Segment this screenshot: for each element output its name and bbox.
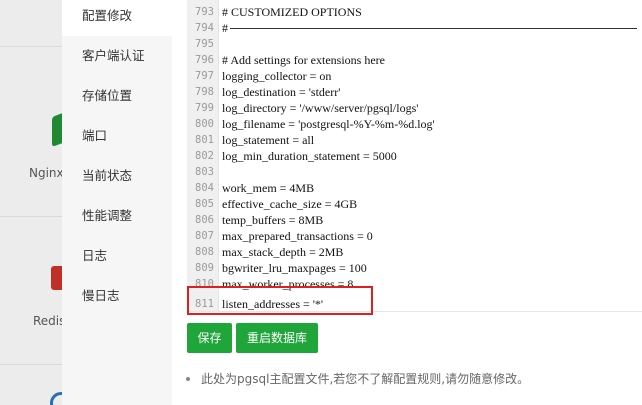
code-line: 806 temp_buffers = 8MB <box>187 212 642 228</box>
code-line: 799 log_directory = '/www/server/pgsql/lo… <box>187 100 642 116</box>
background-divider <box>0 364 62 365</box>
config-warning-note: 此处为pgsql主配置文件,若您不了解配置规则,请勿随意修改。 <box>186 370 529 387</box>
code-text: log_min_duration_statement = 5000 <box>222 149 397 163</box>
code-line: 801 log_statement = all <box>187 132 642 148</box>
code-text: logging_collector = on <box>222 69 332 83</box>
code-line: 795 <box>187 36 642 52</box>
tab-performance-tuning[interactable]: 性能调整 <box>62 196 172 236</box>
restart-database-button[interactable]: 重启数据库 <box>236 323 318 353</box>
nginx-logo-icon <box>52 111 62 147</box>
code-text: log_destination = 'stderr' <box>222 85 341 99</box>
line-number: 801 <box>195 134 214 146</box>
line-number: 796 <box>195 54 214 66</box>
code-text: bgwriter_lru_maxpages = 100 <box>222 261 367 275</box>
line-number: 805 <box>195 198 214 210</box>
line-number: 797 <box>195 70 214 82</box>
line-number: 802 <box>195 150 214 162</box>
settings-tabs: 配置修改 客户端认证 存储位置 端口 当前状态 性能调整 日志 慢日志 <box>62 0 172 405</box>
highlight-box <box>187 286 373 315</box>
code-line: 804 work_mem = 4MB <box>187 180 642 196</box>
line-number: 803 <box>195 166 214 178</box>
save-button[interactable]: 保存 <box>187 323 232 353</box>
pgsql-settings-dialog: 配置修改 客户端认证 存储位置 端口 当前状态 性能调整 日志 慢日志 793 #… <box>62 0 642 405</box>
code-line: 802 log_min_duration_statement = 5000 <box>187 148 642 164</box>
tab-storage-location[interactable]: 存储位置 <box>62 76 172 116</box>
background-app-panel: Nginx Redis <box>0 0 62 405</box>
code-text: effective_cache_size = 4GB <box>222 197 358 211</box>
tab-config-edit[interactable]: 配置修改 <box>62 0 172 36</box>
code-text: # <box>222 21 228 35</box>
code-line: 797 logging_collector = on <box>187 68 642 84</box>
code-text: max_stack_depth = 2MB <box>222 245 344 259</box>
line-number: 807 <box>195 230 214 242</box>
line-number: 800 <box>195 118 214 130</box>
line-number: 798 <box>195 86 214 98</box>
code-line: 807 max_prepared_transactions = 0 <box>187 228 642 244</box>
config-editor[interactable]: 793 # CUSTOMIZED OPTIONS 794 #795 796 # Add s… <box>187 0 642 312</box>
tab-client-auth[interactable]: 客户端认证 <box>62 36 172 76</box>
code-line: 808 max_stack_depth = 2MB <box>187 244 642 260</box>
code-line: 796 # Add settings for extensions here <box>187 52 642 68</box>
code-text: # Add settings for extensions here <box>222 53 385 67</box>
redis-label: Redis <box>33 314 62 328</box>
redis-logo-icon <box>51 266 62 290</box>
tab-port[interactable]: 端口 <box>62 116 172 156</box>
nginx-label: Nginx <box>29 166 62 180</box>
comment-rule-line <box>230 28 637 29</box>
code-text: log_filename = 'postgresql-%Y-%m-%d.log' <box>222 117 435 131</box>
background-divider <box>0 216 62 217</box>
code-line: 798 log_destination = 'stderr' <box>187 84 642 100</box>
code-text: work_mem = 4MB <box>222 181 315 195</box>
code-line: 800 log_filename = 'postgresql-%Y-%m-%d.l… <box>187 116 642 132</box>
line-number: 793 <box>195 6 214 18</box>
line-number: 806 <box>195 214 214 226</box>
code-text: temp_buffers = 8MB <box>222 213 324 227</box>
code-line: 794 # <box>187 20 642 36</box>
code-line: 809 bgwriter_lru_maxpages = 100 <box>187 260 642 276</box>
tab-current-status[interactable]: 当前状态 <box>62 156 172 196</box>
code-text: log_directory = '/www/server/pgsql/logs' <box>222 101 419 115</box>
background-divider <box>0 46 62 47</box>
code-line: 793 # CUSTOMIZED OPTIONS <box>187 4 642 20</box>
line-number: 809 <box>195 262 214 274</box>
line-number: 794 <box>195 22 214 34</box>
code-line: 805 effective_cache_size = 4GB <box>187 196 642 212</box>
line-number: 799 <box>195 102 214 114</box>
bullet-icon <box>186 376 190 381</box>
code-text: log_statement = all <box>222 133 315 147</box>
app-logo-icon <box>50 392 62 405</box>
line-number: 795 <box>195 38 214 50</box>
code-text: max_prepared_transactions = 0 <box>222 229 373 243</box>
tab-logs[interactable]: 日志 <box>62 236 172 276</box>
line-number: 804 <box>195 182 214 194</box>
config-warning-text: 此处为pgsql主配置文件,若您不了解配置规则,请勿随意修改。 <box>201 372 530 386</box>
code-line: 803 <box>187 164 642 180</box>
code-text: # CUSTOMIZED OPTIONS <box>222 5 362 19</box>
line-number: 808 <box>195 246 214 258</box>
tab-slow-logs[interactable]: 慢日志 <box>62 276 172 316</box>
